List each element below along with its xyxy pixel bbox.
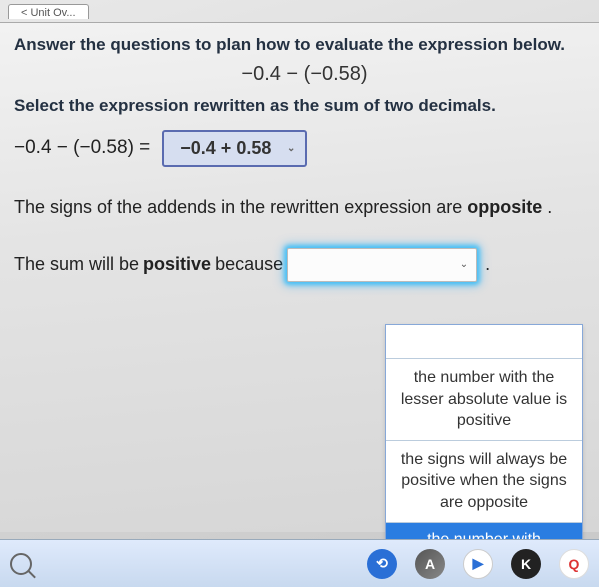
rewritten-expression-select[interactable]: −0.4 + 0.58 ⌄ bbox=[162, 130, 307, 167]
sub-instruction: Select the expression rewritten as the s… bbox=[14, 96, 595, 116]
search-icon[interactable] bbox=[10, 553, 32, 575]
taskbar: ⟲ A ▶ K Q bbox=[0, 539, 599, 587]
tab-unit-overview[interactable]: < Unit Ov... bbox=[8, 4, 89, 19]
taskbar-play-icon[interactable]: ▶ bbox=[463, 549, 493, 579]
taskbar-a-icon[interactable]: A bbox=[415, 549, 445, 579]
sentence-period: . bbox=[485, 254, 490, 275]
dropdown-option-always-positive[interactable]: the signs will always be positive when t… bbox=[386, 441, 582, 523]
selected-value: −0.4 + 0.58 bbox=[180, 138, 271, 159]
taskbar-k-icon[interactable]: K bbox=[511, 549, 541, 579]
dropdown-blank-option[interactable] bbox=[386, 325, 582, 359]
equation-row: −0.4 − (−0.58) = −0.4 + 0.58 ⌄ bbox=[14, 130, 595, 167]
dropdown-option-lesser-absolute[interactable]: the number with the lesser absolute valu… bbox=[386, 359, 582, 441]
taskbar-q-icon[interactable]: Q bbox=[559, 549, 589, 579]
instruction-text: Answer the questions to plan how to eval… bbox=[14, 33, 595, 57]
chevron-down-icon: ⌄ bbox=[287, 143, 295, 154]
sum-sentence-row: The sum will be positive because ⌄ . bbox=[14, 248, 595, 282]
reason-dropdown-panel: the number with the lesser absolute valu… bbox=[385, 324, 583, 557]
chevron-down-icon: ⌄ bbox=[460, 259, 468, 270]
taskbar-app-icon[interactable]: ⟲ bbox=[367, 549, 397, 579]
signs-sentence: The signs of the addends in the rewritte… bbox=[14, 195, 595, 220]
tab-bar: < Unit Ov... bbox=[0, 0, 599, 22]
equation-lhs: −0.4 − (−0.58) = bbox=[14, 137, 150, 159]
reason-select[interactable]: ⌄ bbox=[287, 248, 477, 282]
main-expression: −0.4 − (−0.58) bbox=[14, 63, 595, 86]
